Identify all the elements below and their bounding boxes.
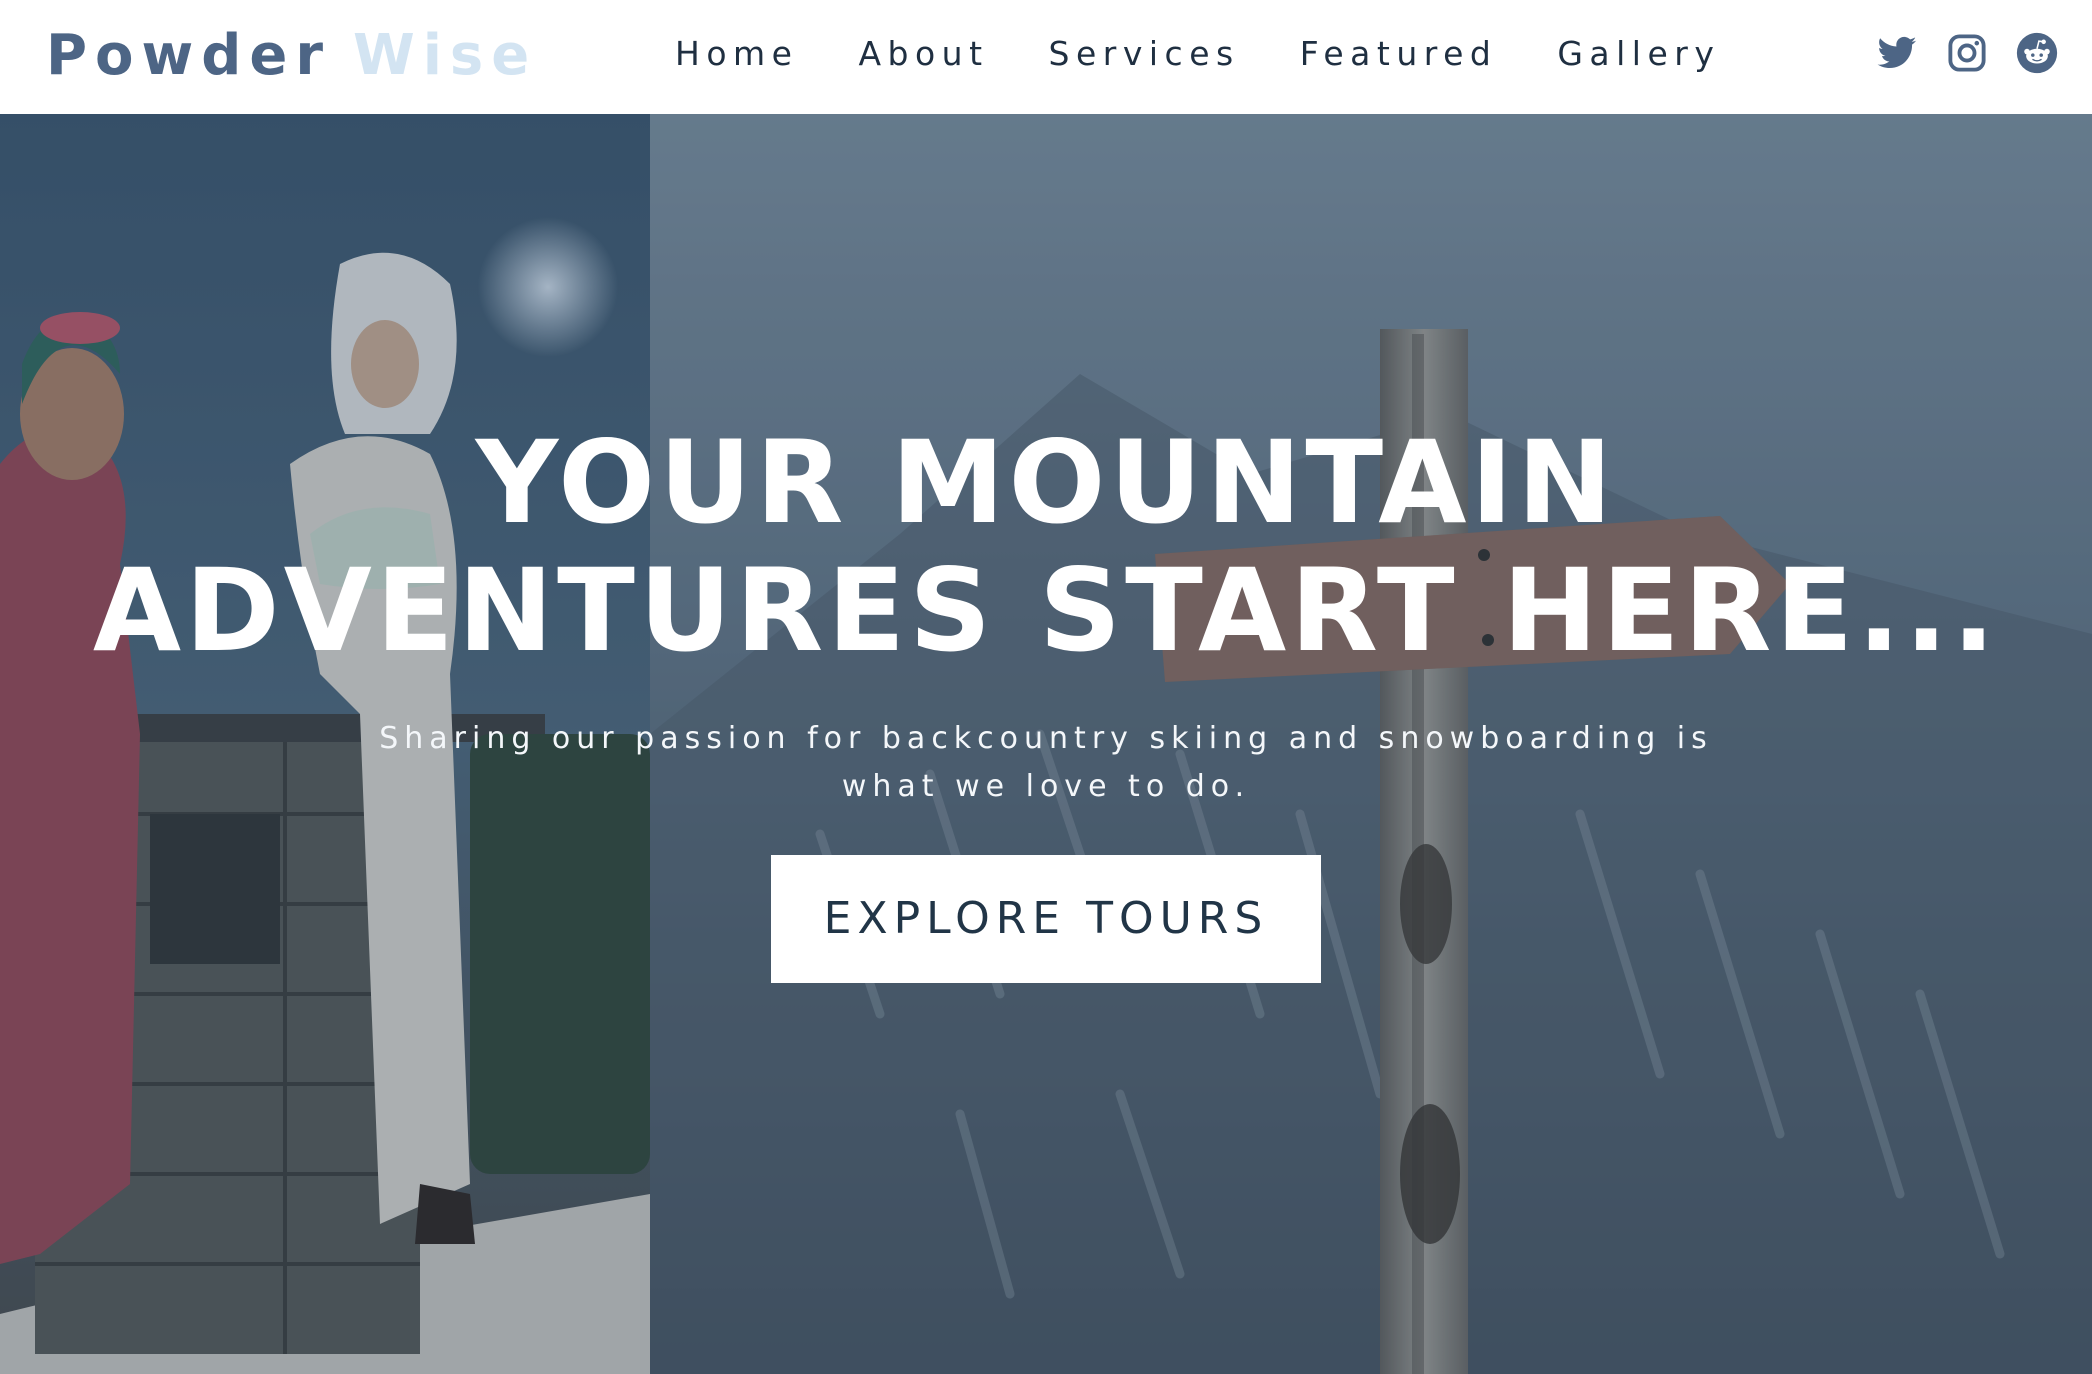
- brand-word-powder: Powder: [46, 23, 331, 88]
- hero-title-line-2: ADVENTURES START HERE...: [92, 544, 2000, 677]
- navbar: Powder Wise Home About Services Featured …: [0, 0, 2092, 114]
- nav-link-gallery[interactable]: Gallery: [1557, 32, 1720, 76]
- hero-title: YOUR MOUNTAIN ADVENTURES START HERE...: [0, 419, 2092, 675]
- instagram-icon[interactable]: [1946, 32, 1988, 74]
- nav-link-about[interactable]: About: [858, 32, 988, 76]
- hero-content: YOUR MOUNTAIN ADVENTURES START HERE... S…: [0, 419, 2092, 983]
- reddit-icon[interactable]: [2016, 32, 2058, 74]
- brand-word-wise: Wise: [352, 23, 538, 88]
- hero-title-line-1: YOUR MOUNTAIN: [475, 416, 1617, 549]
- hero-section: YOUR MOUNTAIN ADVENTURES START HERE... S…: [0, 114, 2092, 1374]
- explore-tours-button[interactable]: EXPLORE TOURS: [771, 855, 1321, 983]
- hero-subtitle: Sharing our passion for backcountry skii…: [379, 721, 1713, 804]
- social-links: [1876, 32, 2058, 74]
- nav-link-featured[interactable]: Featured: [1300, 32, 1498, 76]
- twitter-icon[interactable]: [1876, 32, 1918, 74]
- brand-logo[interactable]: Powder Wise: [46, 20, 537, 92]
- nav-link-services[interactable]: Services: [1049, 32, 1240, 76]
- main-nav: Home About Services Featured Gallery: [675, 32, 1720, 76]
- page: Powder Wise Home About Services Featured …: [0, 0, 2092, 1374]
- nav-link-home[interactable]: Home: [675, 32, 798, 76]
